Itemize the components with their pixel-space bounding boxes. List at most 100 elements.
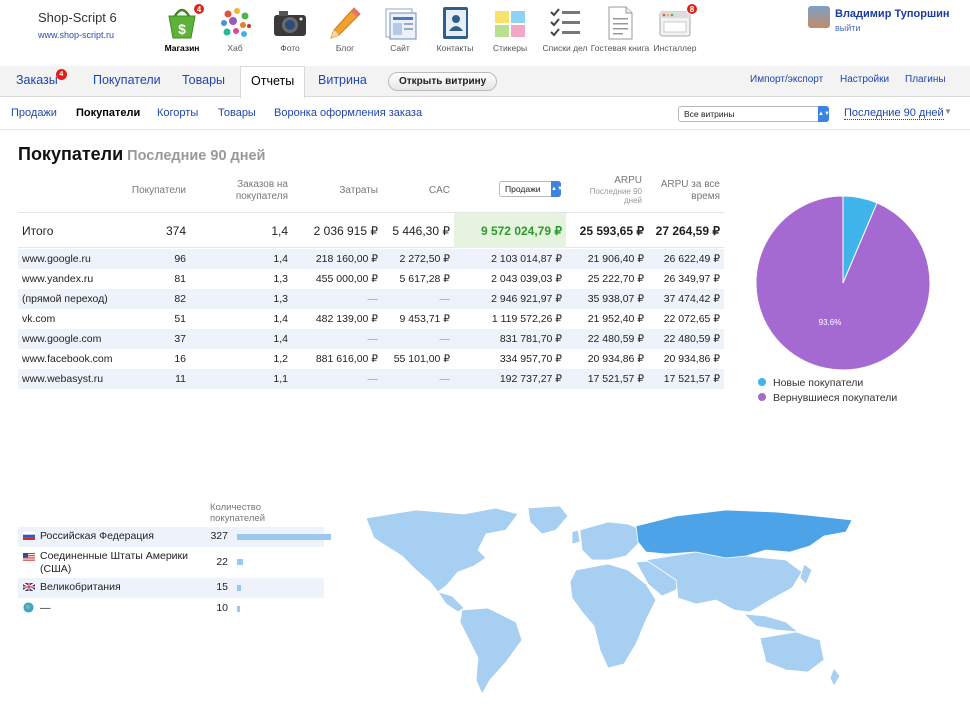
row-sales: 192 737,27 ₽ <box>499 373 562 385</box>
tab-customers[interactable]: Покупатели <box>93 73 161 87</box>
row-cost: 455 000,00 ₽ <box>315 273 378 285</box>
row-arpu: 20 934,86 ₽ <box>587 353 644 365</box>
row-arpu-all: 26 622,49 ₽ <box>663 253 720 265</box>
row-arpu: 17 521,57 ₽ <box>587 373 644 385</box>
app-stickers[interactable]: Стикеры <box>479 4 541 53</box>
app-guestbook[interactable]: Гостевая книга <box>589 4 651 53</box>
logout-link[interactable]: выйти <box>835 23 860 33</box>
row-arpu-all: 26 349,97 ₽ <box>663 273 720 285</box>
user-name-link[interactable]: Владимир Тупоршин <box>835 8 950 20</box>
map-australia <box>759 631 825 673</box>
open-store-button[interactable]: Открыть витрину <box>388 72 498 91</box>
metric-select[interactable]: Продажи ▲▼ <box>499 181 563 197</box>
checklist-icon <box>546 4 584 42</box>
map-russia-highlight <box>635 509 853 559</box>
app-site[interactable]: Сайт <box>369 4 431 53</box>
subnav-funnel[interactable]: Воронка оформления заказа <box>274 107 422 119</box>
row-cac: — <box>439 293 451 305</box>
app-label: Блог <box>335 43 355 53</box>
tab-storefront[interactable]: Витрина <box>318 73 367 87</box>
gb-flag-icon <box>23 583 35 591</box>
app-hub[interactable]: Хаб <box>204 4 266 53</box>
tab-reports[interactable]: Отчеты <box>240 66 306 98</box>
page-title: Покупатели Последние 90 дней <box>18 144 265 165</box>
country-row: Соединенные Штаты Америки (США) 22 <box>18 548 324 577</box>
app-photo[interactable]: Фото <box>259 4 321 53</box>
row-cost: 881 616,00 ₽ <box>315 353 378 365</box>
app-label: Гостевая книга <box>590 43 650 53</box>
row-cac: 55 101,00 ₽ <box>393 353 450 365</box>
total-orders: 1,4 <box>271 224 288 238</box>
subnav-sales[interactable]: Продажи <box>11 107 57 119</box>
legend-dot <box>758 393 766 401</box>
total-cost: 2 036 915 ₽ <box>313 224 378 238</box>
brand-name[interactable]: Shop-Script 6 <box>38 10 117 25</box>
ru-flag-icon <box>23 532 35 540</box>
row-sales: 831 781,70 ₽ <box>499 333 562 345</box>
country-bar <box>237 585 241 591</box>
brand-url-link[interactable]: www.shop-script.ru <box>38 30 117 40</box>
country-bar <box>237 534 331 540</box>
table-row: www.google.com 37 1,4 — — 831 781,70 ₽ 2… <box>18 329 724 349</box>
row-orders: 1,4 <box>273 313 288 325</box>
pie-slice-label: 93.6% <box>819 318 842 327</box>
country-name: Соединенные Штаты Америки (США) <box>40 550 188 575</box>
table-row: www.facebook.com 16 1,2 881 616,00 ₽ 55 … <box>18 349 724 369</box>
header-customers: Покупатели <box>131 185 186 196</box>
legend-label: Вернувшиеся покупатели <box>773 392 898 404</box>
country-row: Российская Федерация 327 <box>18 527 331 547</box>
row-sales: 2 043 039,03 ₽ <box>491 273 562 285</box>
header-cost: Затраты <box>339 185 378 196</box>
legend-new-customers[interactable]: Новые покупатели <box>758 377 863 389</box>
table-row: www.google.ru 96 1,4 218 160,00 ₽ 2 272,… <box>18 249 724 269</box>
row-customers: 16 <box>174 353 186 365</box>
row-arpu-all: 17 521,57 ₽ <box>663 373 720 385</box>
select-arrows-icon: ▲▼ <box>551 181 563 197</box>
row-source: www.facebook.com <box>22 353 113 365</box>
app-installer[interactable]: 8 Инсталлер <box>644 3 706 53</box>
header-arpu: ARPU Последние 90 дней <box>578 170 642 212</box>
period-selector[interactable]: Последние 90 дней <box>844 107 944 120</box>
app-checklists[interactable]: Списки дел <box>534 4 596 53</box>
row-cac: — <box>439 333 451 345</box>
pie-slice-1[interactable] <box>755 195 931 371</box>
total-label: Итого <box>22 224 54 238</box>
tab-products[interactable]: Товары <box>182 73 225 87</box>
subnav-cohorts[interactable]: Когорты <box>157 107 198 119</box>
country-bar <box>237 606 240 612</box>
installer-badge: 8 <box>686 3 698 15</box>
subnav-products[interactable]: Товары <box>218 107 256 119</box>
country-name: Великобритания <box>40 581 121 593</box>
total-arpu: 25 593,65 ₽ <box>579 224 644 238</box>
brand: Shop-Script 6 www.shop-script.ru <box>38 10 117 40</box>
avatar[interactable] <box>808 6 830 28</box>
subnav-customers[interactable]: Покупатели <box>76 107 140 119</box>
row-arpu-all: 22 480,59 ₽ <box>663 333 720 345</box>
row-cac: — <box>439 373 451 385</box>
map-greenland <box>527 505 569 535</box>
legend-returning-customers[interactable]: Вернувшиеся покупатели <box>758 392 897 404</box>
stickers-icon <box>491 4 529 42</box>
customers-pie-chart: 93.6% <box>755 195 931 371</box>
camera-icon <box>271 4 309 42</box>
app-contacts[interactable]: Контакты <box>424 4 486 53</box>
country-count: 10 <box>216 602 228 614</box>
row-cac: 9 453,71 ₽ <box>399 313 450 325</box>
app-blog[interactable]: Блог <box>314 4 376 53</box>
globe-icon <box>23 602 34 613</box>
tab-orders-label: Заказы <box>16 73 58 87</box>
map-africa <box>569 563 657 669</box>
store-select[interactable]: Все витрины ▲▼ <box>678 106 830 122</box>
tab-orders[interactable]: Заказы 4 <box>16 69 67 87</box>
row-cost: — <box>367 293 379 305</box>
row-sales: 2 946 921,97 ₽ <box>491 293 562 305</box>
settings-link[interactable]: Настройки <box>840 74 889 85</box>
plugins-link[interactable]: Плагины <box>905 74 946 85</box>
row-orders: 1,4 <box>273 253 288 265</box>
import-export-link[interactable]: Импорт/экспорт <box>750 74 823 85</box>
row-arpu: 35 938,07 ₽ <box>587 293 644 305</box>
chevron-down-icon[interactable]: ▼ <box>944 107 952 116</box>
total-sales: 9 572 024,79 ₽ <box>480 224 562 238</box>
report-subnav: Продажи Покупатели Когорты Товары Воронк… <box>0 98 970 130</box>
legend-dot <box>758 378 766 386</box>
